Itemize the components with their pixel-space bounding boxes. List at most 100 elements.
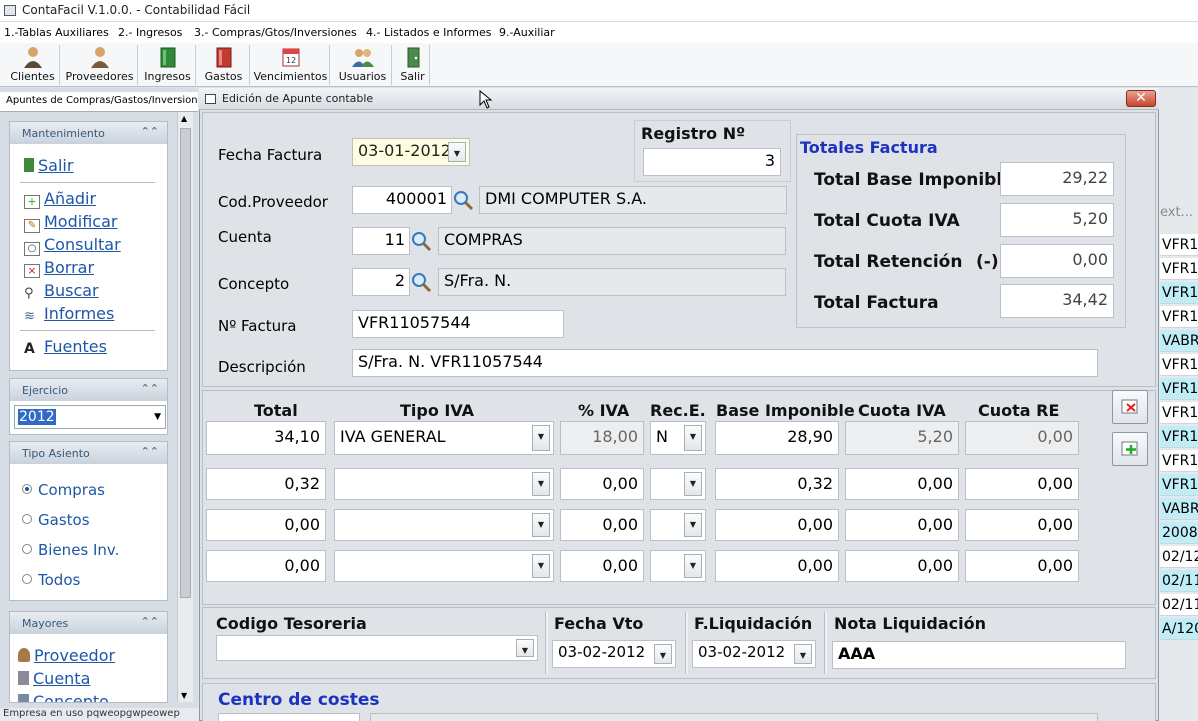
link-anadir[interactable]: + Añadir bbox=[24, 189, 96, 209]
background-list-row[interactable]: VABR bbox=[1160, 498, 1198, 520]
line-re-field[interactable]: 0,00 bbox=[965, 509, 1079, 541]
background-list-row[interactable]: VFR1 bbox=[1160, 402, 1198, 424]
add-line-button[interactable] bbox=[1112, 432, 1148, 466]
search-icon[interactable] bbox=[410, 271, 432, 293]
toolbar-ingresos-button[interactable]: Ingresos bbox=[140, 45, 196, 85]
background-list-row[interactable]: VFR1 bbox=[1160, 258, 1198, 280]
line-base-field[interactable]: 0,00 bbox=[715, 550, 839, 582]
close-button[interactable]: ✕ bbox=[1126, 90, 1156, 107]
menu-ingresos[interactable]: 2.- Ingresos bbox=[118, 26, 182, 39]
line-total-field[interactable]: 0,00 bbox=[206, 509, 326, 541]
line-cuota-field[interactable]: 0,00 bbox=[845, 468, 959, 500]
link-consultar[interactable]: ○ Consultar bbox=[24, 235, 121, 256]
line-re-field[interactable]: 0,00 bbox=[965, 550, 1079, 582]
background-list-row[interactable]: VFR1 bbox=[1160, 378, 1198, 400]
line-rec-field[interactable]: ▼ bbox=[650, 509, 706, 541]
background-list-row[interactable]: VFR1 bbox=[1160, 234, 1198, 256]
chevron-down-icon[interactable]: ▼ bbox=[794, 644, 812, 664]
ejercicio-header[interactable]: Ejercicio ⌃⌃ bbox=[10, 379, 167, 401]
fecha-factura-field[interactable]: 03-01-2012 ▼ bbox=[352, 138, 470, 166]
link-modificar[interactable]: ✎ Modificar bbox=[24, 212, 117, 233]
tesoreria-select[interactable]: ▼ bbox=[216, 635, 538, 661]
line-rec-field[interactable]: N ▼ bbox=[650, 421, 706, 455]
chevron-down-icon[interactable]: ▼ bbox=[684, 554, 702, 578]
link-mayor-concepto[interactable]: Concepto bbox=[18, 692, 109, 702]
line-tipo-field[interactable]: IVA GENERAL ▼ bbox=[334, 421, 554, 455]
toolbar-vencimientos-button[interactable]: 12 Vencimientos bbox=[252, 45, 330, 85]
link-borrar[interactable]: × Borrar bbox=[24, 258, 94, 278]
cuenta-field[interactable]: 11 bbox=[352, 227, 410, 255]
chevron-down-icon[interactable]: ▼ bbox=[684, 425, 702, 451]
tipo-asiento-header[interactable]: Tipo Asiento ⌃⌃ bbox=[10, 442, 167, 464]
collapse-icon[interactable]: ⌃⌃ bbox=[141, 125, 159, 138]
background-list-row[interactable]: VFR1 bbox=[1160, 450, 1198, 472]
background-list-row[interactable]: VFR1 bbox=[1160, 282, 1198, 304]
link-buscar[interactable]: ⚲ Buscar bbox=[24, 281, 99, 302]
background-list-row[interactable]: VFR1 bbox=[1160, 306, 1198, 328]
line-pct-field[interactable]: 0,00 bbox=[560, 509, 644, 541]
collapse-icon[interactable]: ⌃⌃ bbox=[141, 445, 159, 458]
mantenimiento-header[interactable]: Mantenimiento ⌃⌃ bbox=[10, 122, 167, 144]
link-informes[interactable]: ≋ Informes bbox=[24, 304, 114, 325]
background-list-row[interactable]: 02/12 bbox=[1160, 546, 1198, 568]
nota-liquidacion-field[interactable]: AAA bbox=[832, 641, 1126, 669]
toolbar-usuarios-button[interactable]: Usuarios bbox=[334, 45, 392, 85]
left-scrollbar[interactable]: ▲ ▼ bbox=[177, 112, 193, 702]
background-list-row[interactable]: 2008 bbox=[1160, 522, 1198, 544]
line-tipo-field[interactable]: ▼ bbox=[334, 468, 554, 500]
background-list-row[interactable]: VFR1 bbox=[1160, 354, 1198, 376]
line-base-field[interactable]: 0,32 bbox=[715, 468, 839, 500]
line-tipo-field[interactable]: ▼ bbox=[334, 550, 554, 582]
line-cuota-field[interactable]: 0,00 bbox=[845, 509, 959, 541]
line-rec-field[interactable]: ▼ bbox=[650, 468, 706, 500]
line-tipo-field[interactable]: ▼ bbox=[334, 509, 554, 541]
menu-compras[interactable]: 3.- Compras/Gtos/Inversiones bbox=[194, 26, 357, 39]
link-mayor-cuenta[interactable]: Cuenta bbox=[18, 669, 90, 688]
toolbar-clientes-button[interactable]: Clientes bbox=[6, 45, 60, 85]
line-pct-field[interactable]: 0,00 bbox=[560, 550, 644, 582]
mayores-header[interactable]: Mayores ⌃⌃ bbox=[10, 612, 167, 634]
search-icon[interactable] bbox=[452, 189, 474, 211]
background-list-row[interactable]: VFR1 bbox=[1160, 426, 1198, 448]
background-list-row[interactable]: VABR bbox=[1160, 330, 1198, 352]
concepto-field[interactable]: 2 bbox=[352, 268, 410, 296]
num-factura-field[interactable]: VFR11057544 bbox=[352, 310, 564, 338]
toolbar-salir-button[interactable]: Salir bbox=[396, 45, 430, 85]
chevron-down-icon[interactable]: ▼ bbox=[532, 472, 550, 496]
background-list-row[interactable]: 02/11 bbox=[1160, 570, 1198, 592]
chevron-down-icon[interactable]: ▼ bbox=[684, 472, 702, 496]
chevron-down-icon[interactable]: ▼ bbox=[684, 513, 702, 537]
radio-gastos[interactable]: Gastos bbox=[22, 511, 90, 529]
background-list-row[interactable]: 02/11 bbox=[1160, 594, 1198, 616]
descripcion-field[interactable]: S/Fra. N. VFR11057544 bbox=[352, 349, 1098, 377]
delete-line-button[interactable] bbox=[1112, 390, 1148, 424]
ejercicio-select[interactable]: 2012 ▼ bbox=[14, 405, 166, 429]
line-cuota-field[interactable]: 0,00 bbox=[845, 550, 959, 582]
collapse-icon[interactable]: ⌃⌃ bbox=[141, 615, 159, 628]
menu-auxiliar[interactable]: 9.-Auxiliar bbox=[499, 26, 555, 39]
line-total-field[interactable]: 34,10 bbox=[206, 421, 326, 455]
link-salir[interactable]: Salir bbox=[24, 156, 73, 175]
cod-proveedor-field[interactable]: 400001 bbox=[352, 186, 452, 214]
chevron-down-icon[interactable]: ▼ bbox=[532, 425, 550, 451]
menu-tablas[interactable]: 1.-Tablas Auxiliares bbox=[4, 26, 109, 39]
chevron-down-icon[interactable]: ▼ bbox=[516, 639, 534, 657]
background-list-row[interactable]: A/120 bbox=[1160, 618, 1198, 640]
search-icon[interactable] bbox=[410, 230, 432, 252]
chevron-down-icon[interactable]: ▼ bbox=[448, 142, 466, 162]
centro-costes-field[interactable] bbox=[218, 713, 360, 721]
collapse-icon[interactable]: ⌃⌃ bbox=[141, 382, 159, 395]
toolbar-proveedores-button[interactable]: Proveedores bbox=[62, 45, 138, 85]
radio-bienes[interactable]: Bienes Inv. bbox=[22, 541, 119, 559]
line-total-field[interactable]: 0,32 bbox=[206, 468, 326, 500]
f-liquidacion-field[interactable]: 03-02-2012 ▼ bbox=[692, 640, 816, 668]
chevron-down-icon[interactable]: ▼ bbox=[532, 554, 550, 578]
chevron-down-icon[interactable]: ▼ bbox=[532, 513, 550, 537]
radio-compras[interactable]: Compras bbox=[22, 481, 105, 499]
line-total-field[interactable]: 0,00 bbox=[206, 550, 326, 582]
line-re-field[interactable]: 0,00 bbox=[965, 468, 1079, 500]
scroll-down-icon[interactable]: ▼ bbox=[181, 691, 187, 700]
radio-todos[interactable]: Todos bbox=[22, 571, 80, 589]
line-rec-field[interactable]: ▼ bbox=[650, 550, 706, 582]
background-list-row[interactable]: VFR1 bbox=[1160, 474, 1198, 496]
